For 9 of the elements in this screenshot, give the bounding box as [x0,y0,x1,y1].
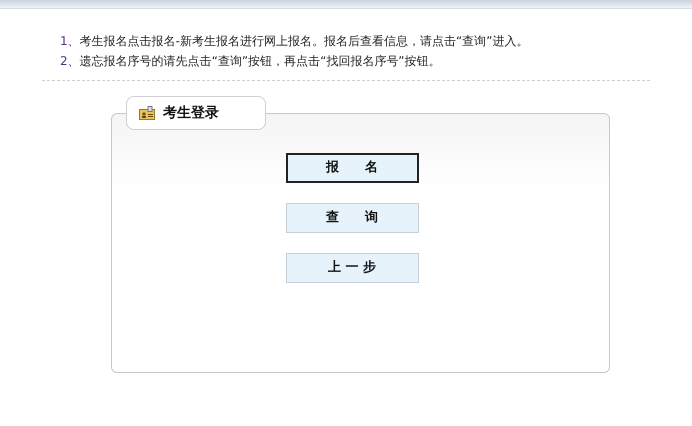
action-button[interactable]: 报 名 [286,153,418,183]
instruction-text: 考生报名点击报名-新考生报名进行网上报名。报名后查看信息，请点击“查询”进入。 [80,33,528,50]
panel-title: 考生登录 [163,104,219,122]
action-button[interactable]: 查 询 [286,203,418,233]
list-number: 1、 [60,33,80,50]
instruction-text: 遗忘报名序号的请先点击“查询”按钮，再点击“找回报名序号”按钮。 [80,53,441,70]
action-button[interactable]: 上 一 步 [286,253,418,283]
list-number: 2、 [60,53,80,70]
id-card-icon [139,106,155,120]
